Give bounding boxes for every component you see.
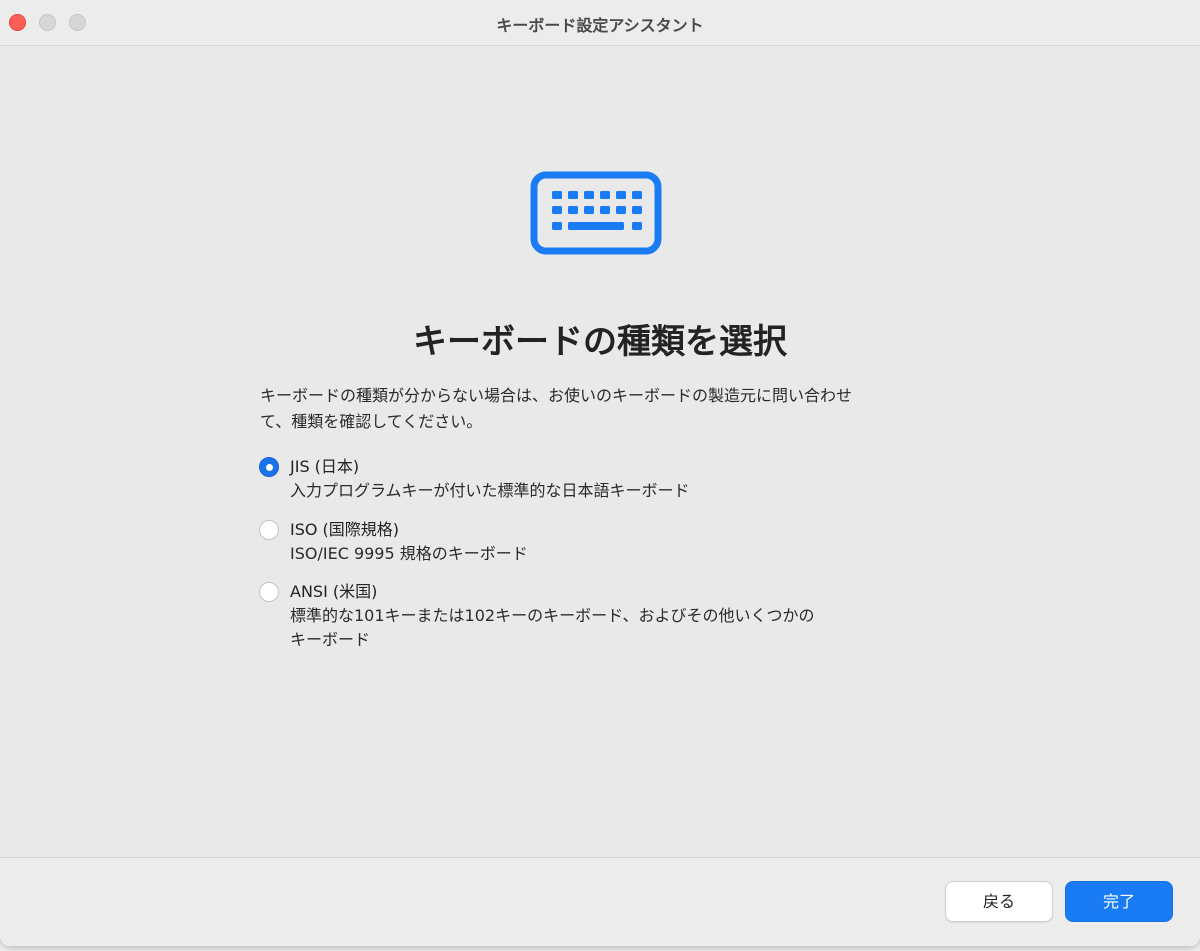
footer-bar: 戻る 完了 [0,858,1200,946]
option-title: JIS (日本) [290,457,360,476]
title-bar[interactable]: キーボード設定アシスタント [0,0,1200,46]
option-description: 入力プログラムキーが付いた標準的な日本語キーボード [290,481,690,500]
radio-button-jis[interactable] [259,457,279,477]
main-content: キーボードの種類を選択 キーボードの種類が分からない場合は、お使いのキーボードの… [0,46,1200,857]
back-button[interactable]: 戻る [945,881,1053,922]
keyboard-icon [530,171,662,255]
keyboard-setup-assistant-window: キーボード設定アシスタント キーボードの種類を選択 キーボードの種類が分からない… [0,0,1200,946]
option-description: 標準的な101キーまたは102キーのキーボード、およびその他いくつかの キーボー… [290,606,815,649]
radio-button-ansi[interactable] [259,582,279,602]
radio-selected-dot [266,464,273,471]
option-iso[interactable]: ISO (国際規格) ISO/IEC 9995 規格のキーボード [259,518,919,568]
radio-button-iso[interactable] [259,520,279,540]
window-title: キーボード設定アシスタント [496,16,704,35]
page-heading: キーボードの種類を選択 [413,322,787,362]
option-jis[interactable]: JIS (日本) 入力プログラムキーが付いた標準的な日本語キーボード [259,455,919,505]
description-text: キーボードの種類が分からない場合は、お使いのキーボードの製造元に問い合わせ て、… [260,386,853,431]
option-ansi[interactable]: ANSI (米国) 標準的な101キーまたは102キーのキーボード、およびその他… [259,580,919,654]
desktop-background: キーボード設定アシスタント キーボードの種類を選択 キーボードの種類が分からない… [0,0,1200,951]
option-description: ISO/IEC 9995 規格のキーボード [290,544,528,563]
option-title: ANSI (米国) [290,582,378,601]
done-button[interactable]: 完了 [1065,881,1173,922]
option-title: ISO (国際規格) [290,520,400,539]
